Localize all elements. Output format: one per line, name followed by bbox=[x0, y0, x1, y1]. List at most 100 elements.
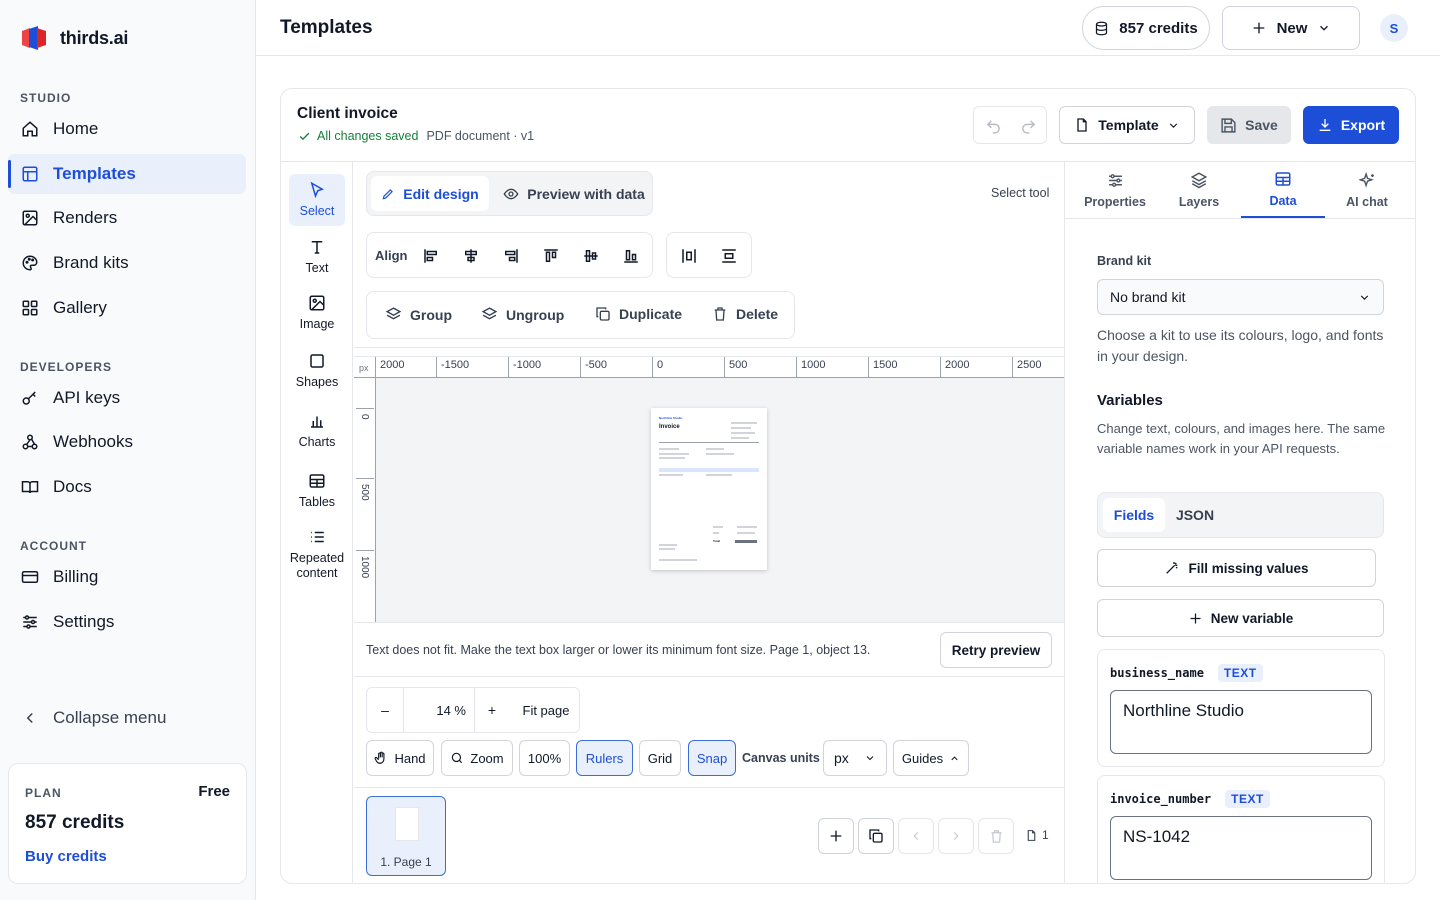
invoice-line bbox=[731, 427, 751, 429]
edit-design-tab[interactable]: Edit design bbox=[371, 176, 489, 211]
sidebar-item-webhooks[interactable]: Webhooks bbox=[8, 422, 246, 462]
variable-value-input[interactable]: NS-1042 bbox=[1110, 816, 1372, 880]
buy-credits-link[interactable]: Buy credits bbox=[25, 848, 107, 865]
snap-toggle[interactable]: Snap bbox=[688, 740, 736, 776]
preview-with-data-tab[interactable]: Preview with data bbox=[499, 176, 649, 211]
align-middle-button[interactable] bbox=[579, 244, 603, 268]
file-icon bbox=[1077, 118, 1087, 132]
page-thumbnail-1[interactable]: 1. Page 1 bbox=[366, 796, 446, 876]
invoice-line bbox=[659, 474, 683, 476]
subtab-json[interactable]: JSON bbox=[1170, 498, 1220, 532]
align-right-button[interactable] bbox=[499, 244, 523, 268]
invoice-line bbox=[659, 548, 675, 550]
invoice-total-label: Total bbox=[713, 539, 720, 543]
tool-charts[interactable]: Charts bbox=[289, 412, 345, 450]
copy-icon bbox=[596, 307, 610, 321]
variable-value-input[interactable]: Northline Studio bbox=[1110, 690, 1372, 754]
canvas-units-select[interactable]: px bbox=[823, 740, 887, 776]
check-icon bbox=[299, 132, 310, 140]
variable-header: invoice_number TEXT bbox=[1110, 790, 1270, 808]
tab-ai-chat[interactable]: AI chat bbox=[1325, 162, 1409, 218]
mode-toggle: Edit design Preview with data bbox=[366, 171, 653, 216]
warning-text: Text does not fit. Make the text box lar… bbox=[366, 643, 871, 657]
redo-button[interactable] bbox=[1017, 115, 1039, 137]
tool-repeated-content[interactable]: Repeated content bbox=[289, 528, 345, 581]
list-icon bbox=[311, 531, 324, 543]
delete-button[interactable]: Delete bbox=[712, 306, 778, 322]
search-icon bbox=[452, 752, 463, 764]
duplicate-button[interactable]: Duplicate bbox=[595, 306, 682, 322]
add-page-button[interactable] bbox=[818, 818, 854, 854]
sidebar-item-docs[interactable]: Docs bbox=[8, 467, 246, 507]
avatar[interactable]: S bbox=[1380, 14, 1408, 42]
copy-icon bbox=[869, 829, 883, 843]
next-page-button[interactable] bbox=[938, 818, 974, 854]
history-controls bbox=[973, 106, 1047, 144]
eye-icon bbox=[503, 188, 519, 199]
tab-properties[interactable]: Properties bbox=[1073, 162, 1157, 218]
tool-image[interactable]: Image bbox=[289, 294, 345, 332]
tab-layers[interactable]: Layers bbox=[1157, 162, 1241, 218]
zoom-100-button[interactable]: 100% bbox=[519, 740, 570, 776]
align-right-icon bbox=[505, 249, 518, 263]
plan-label: PLAN bbox=[25, 786, 62, 800]
redo-icon bbox=[1021, 119, 1035, 134]
brand-kit-select[interactable]: No brand kit bbox=[1097, 279, 1384, 315]
ungroup-button[interactable]: Ungroup bbox=[481, 306, 564, 323]
guides-dropdown[interactable]: Guides bbox=[893, 740, 969, 776]
zoom-out-button[interactable]: – bbox=[367, 688, 403, 732]
delete-page-button[interactable] bbox=[978, 818, 1014, 854]
document-title[interactable]: Client invoice bbox=[297, 105, 398, 123]
zoom-in-button[interactable]: + bbox=[475, 688, 509, 732]
align-bottom-button[interactable] bbox=[619, 244, 643, 268]
tool-tables[interactable]: Tables bbox=[289, 472, 345, 510]
align-center-button[interactable] bbox=[459, 244, 483, 268]
tool-text-label: Text bbox=[305, 261, 329, 275]
export-button[interactable]: Export bbox=[1303, 106, 1399, 144]
sidebar-item-home[interactable]: Home bbox=[8, 109, 246, 149]
sidebar-item-brand-kits[interactable]: Brand kits bbox=[8, 243, 246, 283]
hand-tool-button[interactable]: Hand bbox=[366, 740, 434, 776]
new-button[interactable]: New bbox=[1222, 6, 1360, 50]
new-variable-button[interactable]: New variable bbox=[1097, 599, 1384, 637]
zoom-tool-button[interactable]: Zoom bbox=[441, 740, 513, 776]
page-thumbnail-preview bbox=[395, 807, 419, 841]
sidebar-item-billing[interactable]: Billing bbox=[8, 557, 246, 597]
tool-select[interactable]: Select bbox=[289, 174, 345, 226]
align-left-button[interactable] bbox=[419, 244, 443, 268]
template-dropdown[interactable]: Template bbox=[1059, 106, 1195, 144]
collapse-menu-button[interactable]: Collapse menu bbox=[8, 698, 246, 738]
canvas-top-divider bbox=[354, 347, 1064, 348]
rulers-toggle[interactable]: Rulers bbox=[576, 740, 633, 776]
zoom-value-input[interactable]: 14 % bbox=[403, 688, 475, 732]
subtab-fields[interactable]: Fields bbox=[1103, 498, 1165, 532]
sidebar-item-label: Billing bbox=[53, 567, 99, 586]
distribute-vertical-button[interactable] bbox=[717, 244, 741, 268]
trash-icon bbox=[714, 307, 726, 321]
grid-toggle[interactable]: Grid bbox=[639, 740, 681, 776]
sidebar-item-templates[interactable]: Templates bbox=[8, 154, 246, 194]
previous-page-button[interactable] bbox=[898, 818, 934, 854]
sidebar-item-api-keys[interactable]: API keys bbox=[8, 378, 246, 418]
fit-page-button[interactable]: Fit page bbox=[513, 688, 579, 732]
sidebar-item-settings[interactable]: Settings bbox=[8, 602, 246, 642]
tab-data[interactable]: Data bbox=[1241, 162, 1325, 218]
retry-preview-button[interactable]: Retry preview bbox=[940, 632, 1052, 668]
pencil-icon bbox=[382, 188, 394, 199]
distribute-horizontal-button[interactable] bbox=[677, 244, 701, 268]
logo[interactable]: thirds.ai bbox=[20, 25, 128, 51]
align-top-button[interactable] bbox=[539, 244, 563, 268]
group-button[interactable]: Group bbox=[385, 306, 452, 323]
tool-text[interactable]: Text bbox=[289, 238, 345, 276]
save-button[interactable]: Save bbox=[1207, 106, 1291, 144]
duplicate-page-button[interactable] bbox=[858, 818, 894, 854]
tool-shapes[interactable]: Shapes bbox=[289, 352, 345, 390]
credits-button[interactable]: 857 credits bbox=[1082, 6, 1210, 50]
undo-button[interactable] bbox=[982, 115, 1004, 137]
sidebar-item-gallery[interactable]: Gallery bbox=[8, 288, 246, 328]
fill-missing-values-button[interactable]: Fill missing values bbox=[1097, 549, 1376, 587]
file-icon bbox=[1027, 829, 1036, 841]
invoice-page[interactable]: Northline Studio Invoice Total bbox=[651, 408, 767, 570]
sidebar-item-renders[interactable]: Renders bbox=[8, 198, 246, 238]
canvas[interactable]: px 2000 -1500 -1000 -500 0 500 1000 1500… bbox=[354, 356, 1064, 622]
